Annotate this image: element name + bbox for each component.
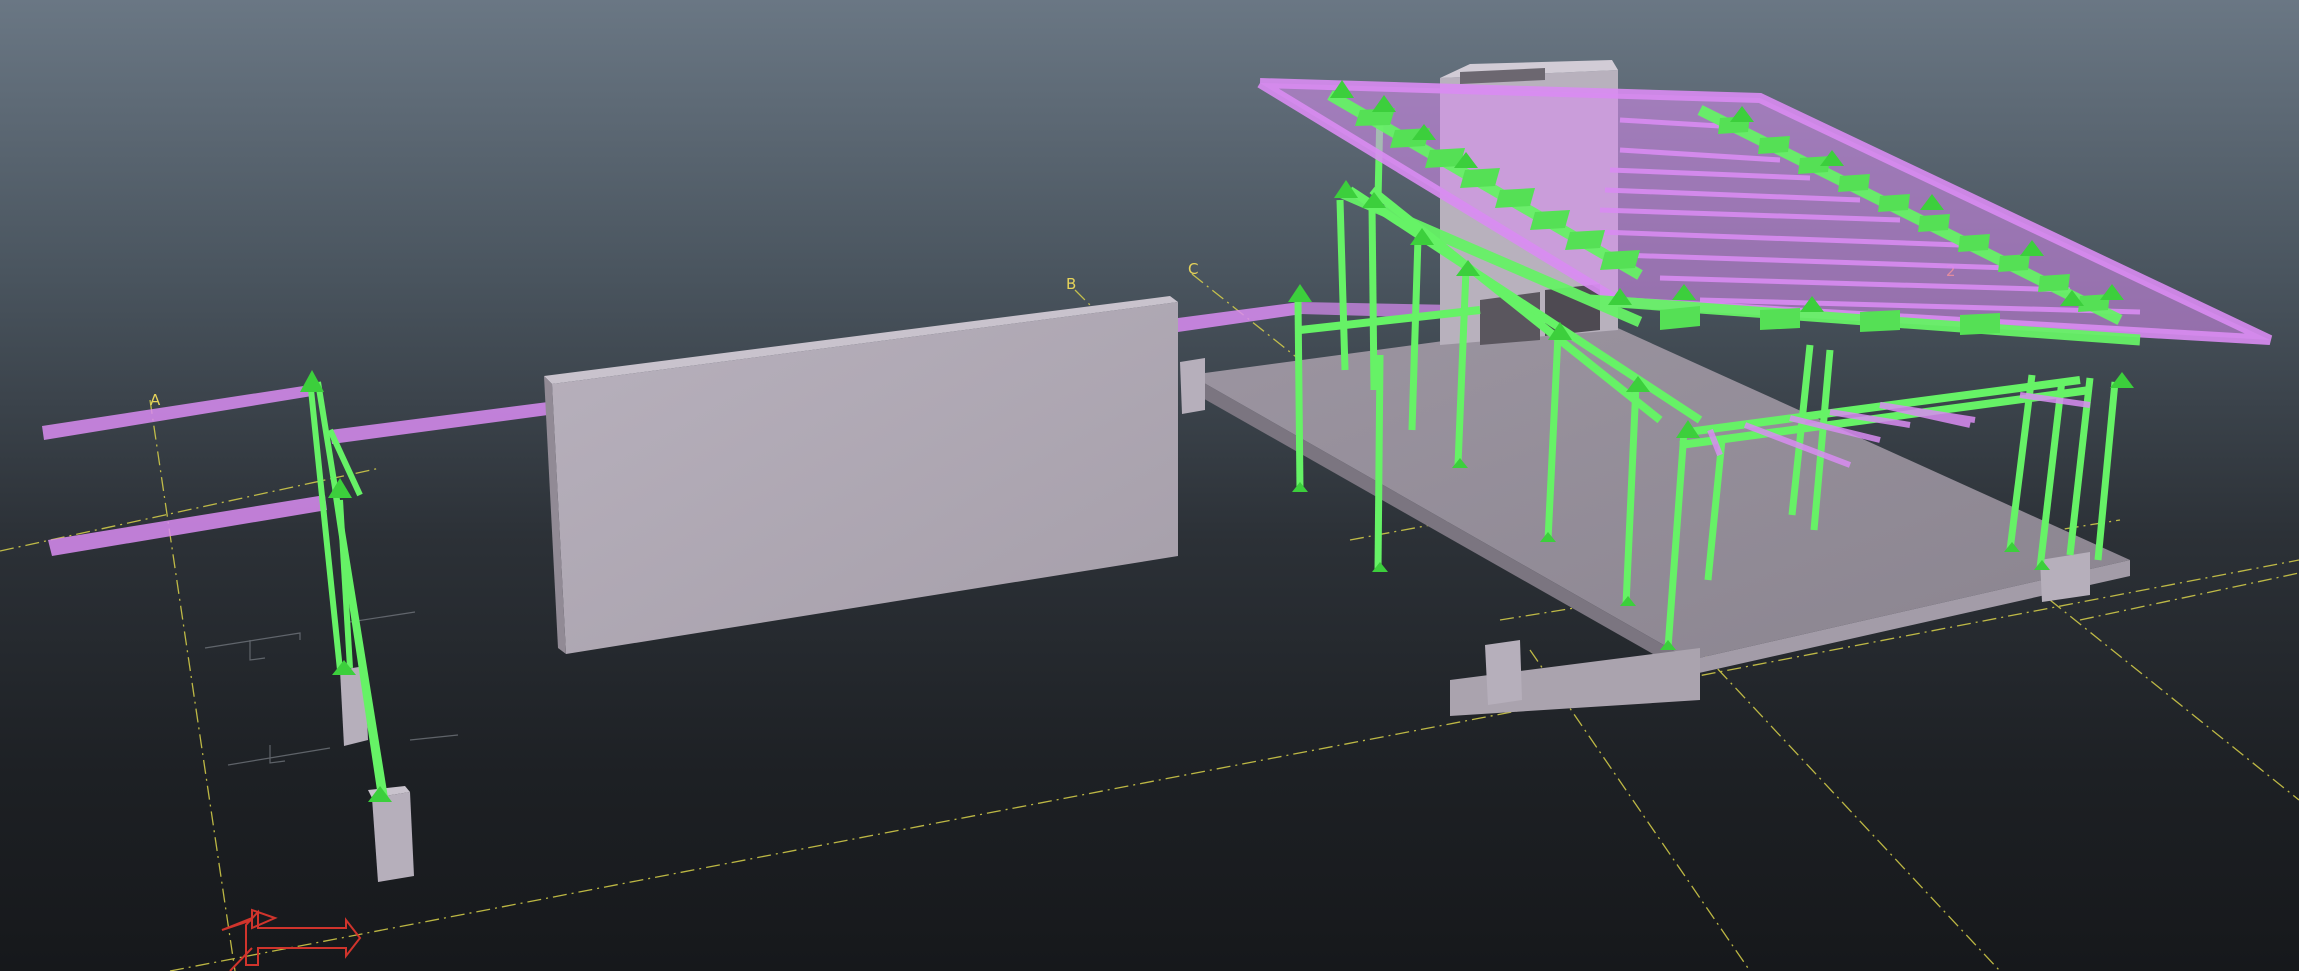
concrete-wall[interactable]: [544, 296, 1178, 654]
grid-line-right-2: [1699, 649, 2001, 971]
grid-label-b: B: [1066, 275, 1076, 293]
grid-line-b: [1074, 289, 1091, 306]
pedestal-2[interactable]: [372, 792, 414, 882]
grid-line-a: [149, 399, 236, 971]
model-scene[interactable]: A B C D E 2: [0, 0, 2299, 971]
coordinate-axes-icon: [221, 908, 362, 971]
left-beams[interactable]: [42, 385, 548, 556]
3d-model-viewport[interactable]: A B C D E 2: [0, 0, 2299, 971]
purple-beam-wall-to-building[interactable]: [1178, 302, 1302, 332]
footing-outlines: [204, 611, 459, 766]
floor-slab[interactable]: [1180, 320, 2130, 716]
grid-line-right-3: [2049, 599, 2299, 801]
purple-beam-to-wall[interactable]: [330, 402, 548, 444]
grid-label-a: A: [150, 391, 161, 409]
purple-beam-lower-left[interactable]: [48, 495, 327, 556]
grid-line-long-front: [169, 559, 2299, 971]
purple-beam-upper-left[interactable]: [42, 385, 312, 440]
grid-label-c: C: [1188, 260, 1198, 278]
